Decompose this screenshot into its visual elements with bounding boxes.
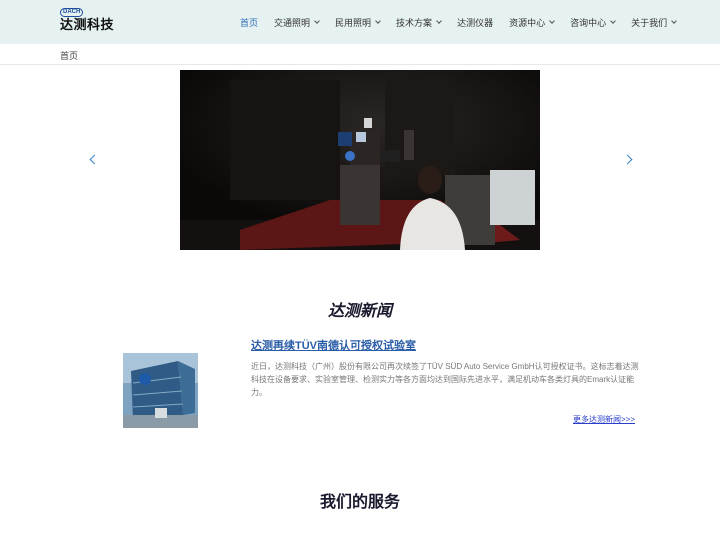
nav-item-label: 资源中心 (509, 17, 546, 28)
breadcrumb[interactable]: 首页 (60, 49, 78, 62)
nav-item-5[interactable]: 资源中心 (501, 0, 562, 44)
nav-item-label: 首页 (240, 17, 259, 28)
nav-item-label: 技术方案 (396, 17, 433, 28)
chevron-down-icon (314, 18, 320, 24)
news-headline-link[interactable]: 达测再续TÜV南德认可授权试验室 (251, 337, 416, 353)
chevron-down-icon (549, 18, 555, 24)
nav-item-0[interactable]: 首页 (232, 0, 266, 44)
chevron-down-icon (671, 18, 677, 24)
nav-item-label: 咨询中心 (570, 17, 607, 28)
site-header: DACH 达测科技 首页 交通照明 民用照明 技术方案 达测仪器 资源中心 咨询中心 关于我们 (0, 0, 720, 44)
nav-item-6[interactable]: 咨询中心 (562, 0, 623, 44)
nav-item-1[interactable]: 交通照明 (266, 0, 327, 44)
chevron-down-icon (375, 18, 381, 24)
logo-badge: DACH (60, 8, 84, 17)
services-section-title: 我们的服务 (319, 494, 400, 511)
nav-item-7[interactable]: 关于我们 (623, 0, 684, 44)
chevron-down-icon (436, 18, 442, 24)
news-summary: 近日，达测科技（广州）股份有限公司再次续签了TÜV SÜD Auto Servi… (251, 362, 639, 397)
lab-photo (180, 70, 540, 250)
breadcrumb-bar: 首页 (0, 44, 720, 65)
logo-text: 达测科技 (60, 17, 115, 32)
building-photo (123, 353, 198, 428)
main-nav: 首页 交通照明 民用照明 技术方案 达测仪器 资源中心 咨询中心 关于我们 (232, 0, 684, 44)
carousel-next-button[interactable] (624, 154, 634, 166)
news-section-title: 达测新闻 (327, 303, 392, 320)
carousel-slide-image[interactable] (180, 70, 540, 250)
nav-item-label: 交通照明 (274, 17, 311, 28)
carousel-prev-button[interactable] (88, 154, 98, 166)
news-thumbnail[interactable] (123, 353, 198, 428)
nav-item-label: 民用照明 (335, 17, 372, 28)
nav-item-4[interactable]: 达测仪器 (449, 0, 501, 44)
more-news-link[interactable]: 更多达测新闻>>> (573, 414, 635, 425)
chevron-down-icon (610, 18, 616, 24)
nav-item-label: 达测仪器 (457, 17, 494, 28)
nav-item-2[interactable]: 民用照明 (327, 0, 388, 44)
nav-item-label: 关于我们 (631, 17, 668, 28)
nav-item-3[interactable]: 技术方案 (388, 0, 449, 44)
company-logo[interactable]: DACH 达测科技 (60, 8, 120, 36)
